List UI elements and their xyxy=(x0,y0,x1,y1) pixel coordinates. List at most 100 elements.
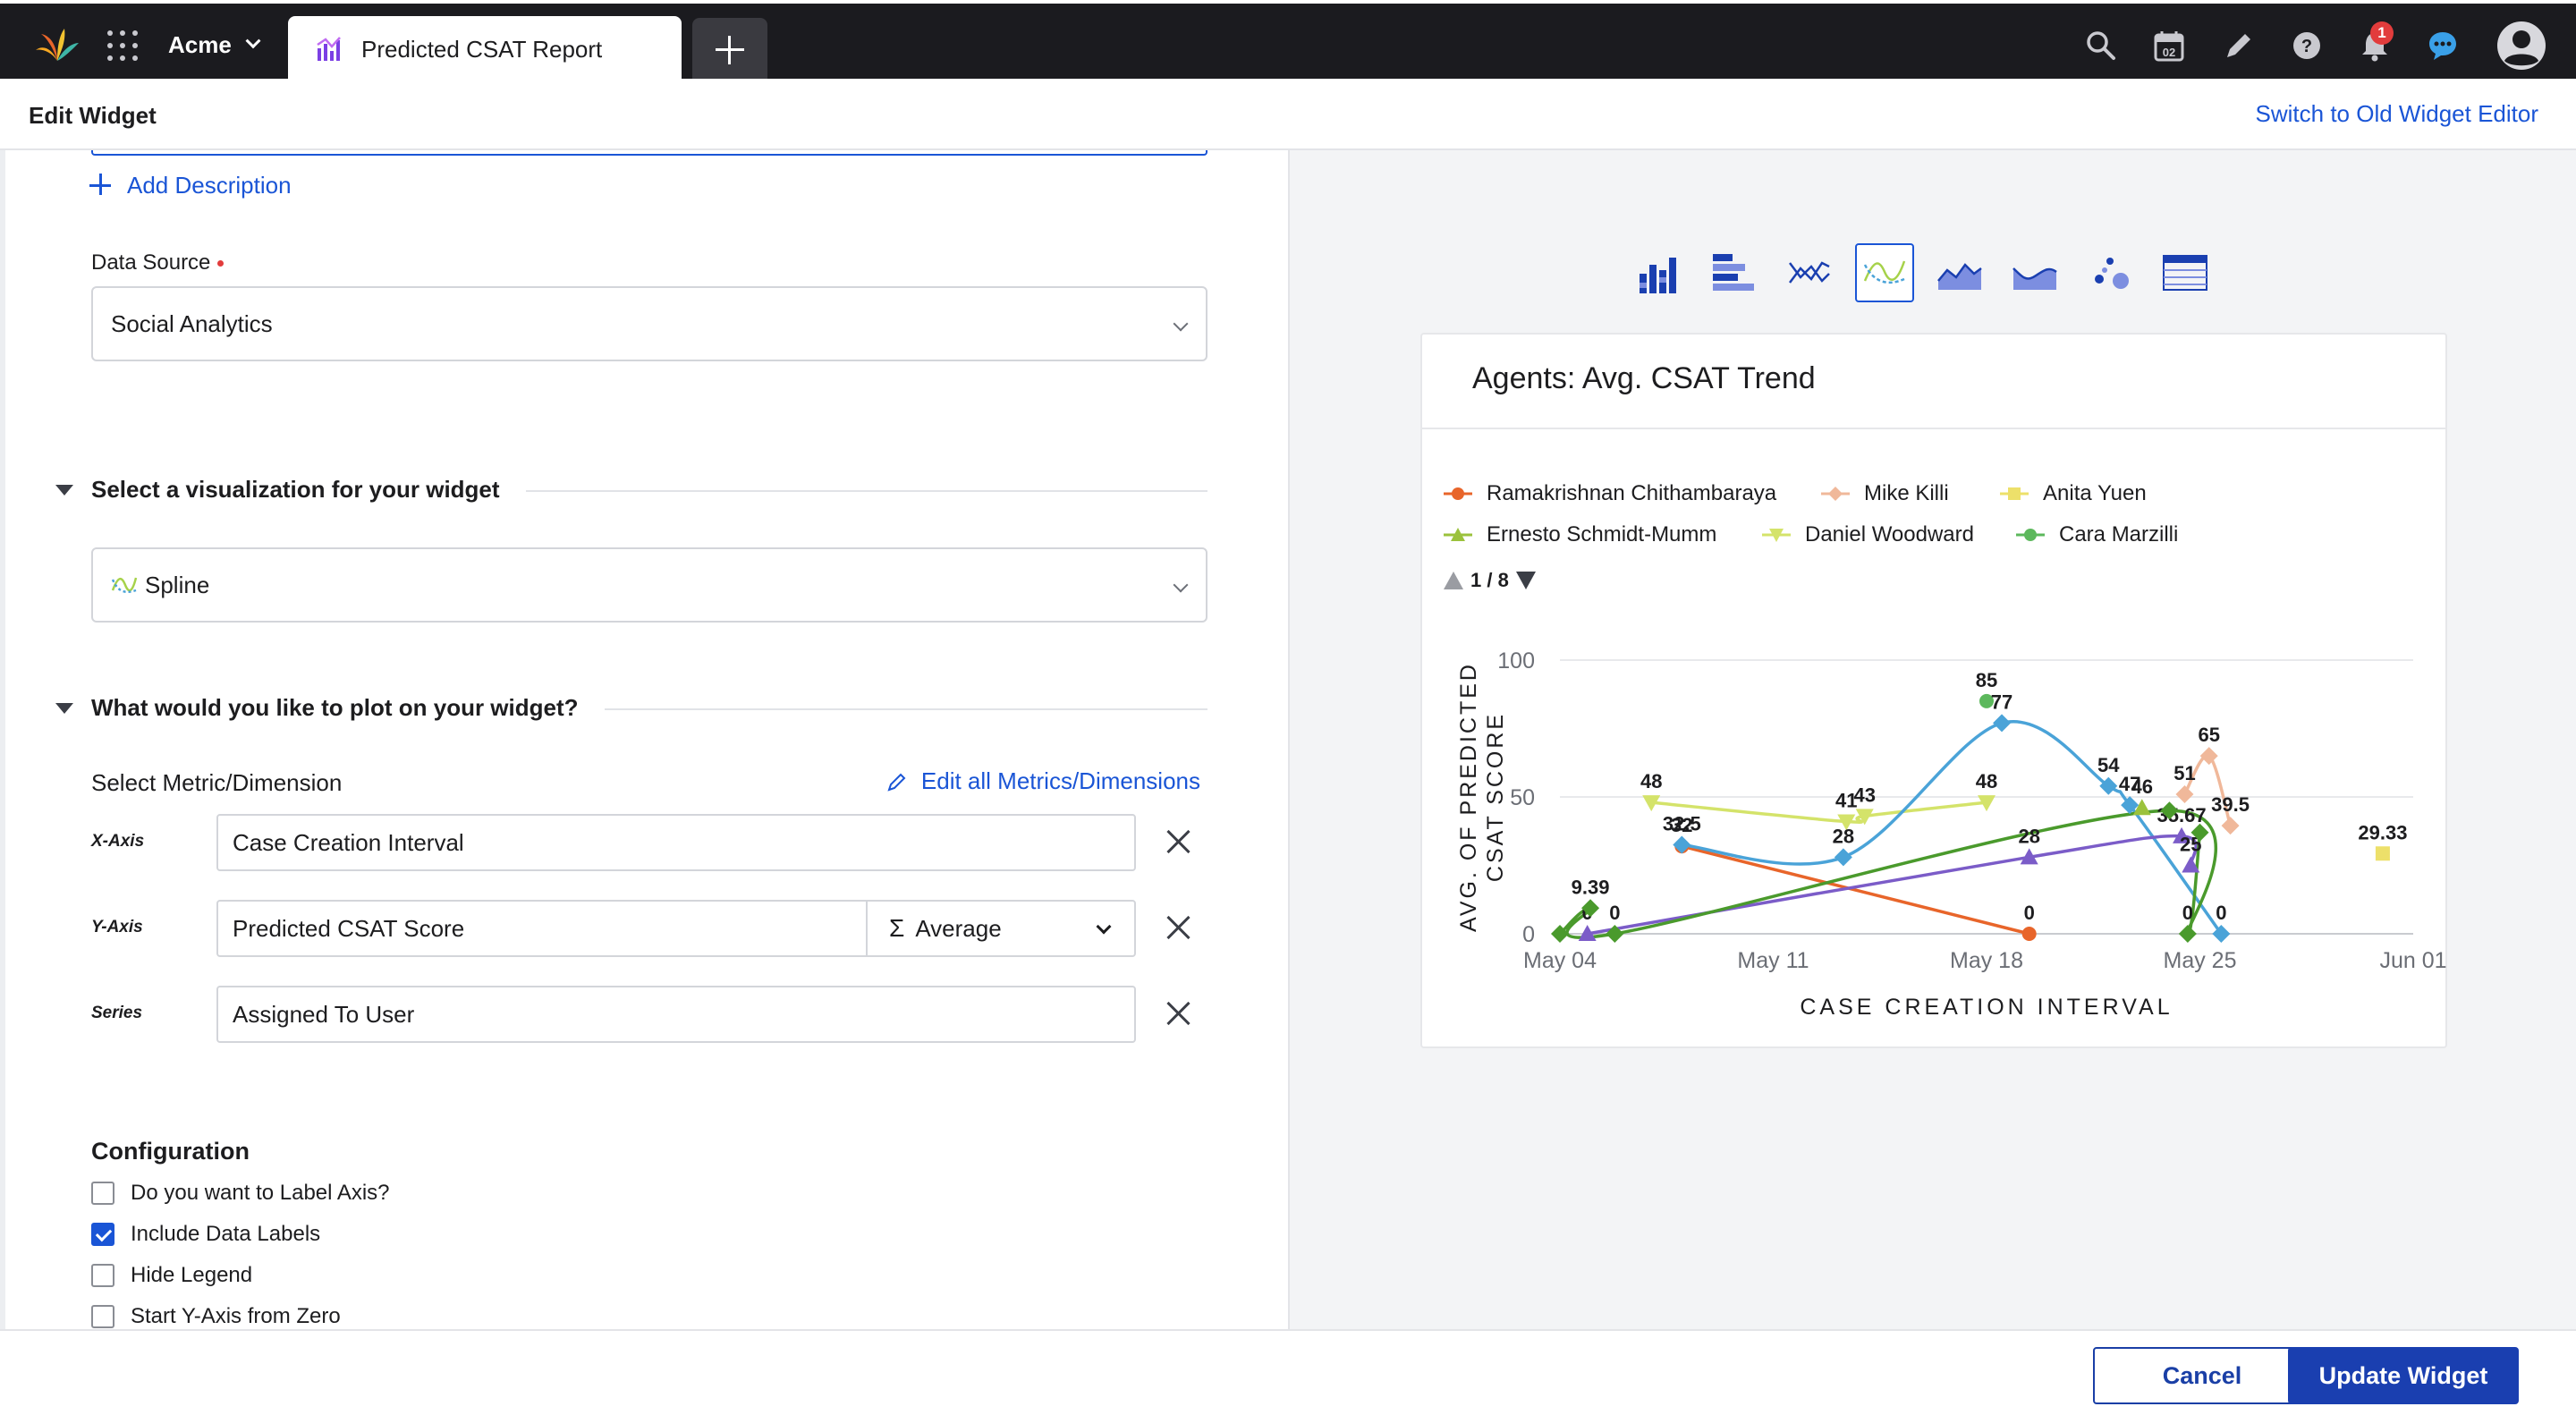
add-description-button[interactable]: Add Description xyxy=(89,172,292,199)
user-avatar-icon[interactable] xyxy=(2496,20,2547,72)
series-line xyxy=(1681,844,2030,936)
plot-section-title: What would you like to plot on your widg… xyxy=(91,694,579,721)
series-line xyxy=(1651,801,1987,824)
new-tab-button[interactable] xyxy=(692,18,767,80)
start-y-axis-zero-checkbox[interactable] xyxy=(91,1305,114,1328)
area-chart-icon xyxy=(1937,263,1982,290)
data-label: 28 xyxy=(2018,825,2039,847)
data-source-value: Social Analytics xyxy=(111,309,273,337)
series-label: Series xyxy=(91,1004,143,1022)
tab-label: Predicted CSAT Report xyxy=(361,35,603,63)
x-tick-label: May 25 xyxy=(2164,948,2237,973)
calendar-icon[interactable]: 02 xyxy=(2152,29,2186,63)
visualization-select[interactable]: Spline xyxy=(91,547,1208,623)
brand-logo-icon[interactable] xyxy=(34,25,80,64)
include-data-labels-checkbox[interactable] xyxy=(91,1223,114,1246)
data-label: 77 xyxy=(1991,691,2012,713)
include-data-labels-option[interactable]: Include Data Labels xyxy=(91,1222,320,1247)
widget-name-input[interactable] xyxy=(91,150,1208,156)
edit-all-metrics-link[interactable]: Edit all Metrics/Dimensions xyxy=(886,767,1200,795)
workspace-switcher[interactable]: Acme xyxy=(168,29,261,61)
viz-table-button[interactable] xyxy=(2156,243,2215,302)
aggregation-select[interactable]: Σ Average xyxy=(866,900,1136,957)
viz-bubble-button[interactable] xyxy=(2080,243,2140,302)
divider xyxy=(526,490,1208,492)
spline-chart: 0 50 100 May 04 May 11 May 18 May 25 Jun 01 CASE… xyxy=(1456,648,2447,1020)
data-point xyxy=(1834,848,1852,867)
data-label: 39.5 xyxy=(2211,793,2250,816)
apps-grid-icon[interactable] xyxy=(107,30,138,61)
spline-chart-icon xyxy=(1863,260,1906,284)
data-point xyxy=(2021,927,2037,941)
data-point xyxy=(2175,784,2194,803)
widget-preview-card: Agents: Avg. CSAT Trend Ramakrishnan Chi… xyxy=(1420,333,2447,1048)
viz-bar-button[interactable] xyxy=(1705,243,1764,302)
y-axis-field[interactable]: Predicted CSAT Score xyxy=(216,900,868,957)
visualization-section-toggle[interactable]: Select a visualization for your widget xyxy=(55,476,500,504)
hide-legend-checkbox[interactable] xyxy=(91,1264,114,1287)
footer-bar: Cancel Update Widget xyxy=(0,1329,2576,1415)
widget-preview-panel: Agents: Avg. CSAT Trend Ramakrishnan Chi… xyxy=(1288,150,2576,1329)
tab-predicted-csat-report[interactable]: Predicted CSAT Report xyxy=(288,16,682,82)
report-icon xyxy=(317,37,341,61)
series-value: Assigned To User xyxy=(233,1000,415,1028)
viz-line-button[interactable] xyxy=(1780,243,1839,302)
viz-area-button[interactable] xyxy=(1930,243,1989,302)
viz-spline-button[interactable] xyxy=(1855,243,1914,302)
x-tick-label: May 04 xyxy=(1523,948,1597,973)
remove-y-axis-button[interactable] xyxy=(1165,914,1191,941)
data-point xyxy=(1673,835,1691,854)
line-chart-icon xyxy=(1789,261,1830,284)
help-icon[interactable]: ? xyxy=(2290,29,2324,63)
sigma-icon: Σ xyxy=(889,914,905,942)
x-axis-field[interactable]: Case Creation Interval xyxy=(216,814,1136,871)
edit-icon xyxy=(887,773,906,792)
data-label: 0 xyxy=(2216,902,2226,924)
top-navigation-bar: Acme Predicted CSAT Report 02 ? 1 xyxy=(0,0,2576,82)
x-axis-value: Case Creation Interval xyxy=(233,828,464,856)
chat-icon[interactable] xyxy=(2426,29,2460,63)
start-y-axis-zero-option[interactable]: Start Y-Axis from Zero xyxy=(91,1304,341,1329)
search-icon[interactable] xyxy=(2084,29,2118,63)
viz-area-spline-button[interactable] xyxy=(2005,243,2064,302)
data-label: 0 xyxy=(2182,902,2193,924)
y-tick-label: 0 xyxy=(1522,922,1535,947)
data-label: 29.33 xyxy=(2358,821,2407,843)
bar-chart-icon xyxy=(1713,254,1754,291)
switch-to-old-editor-link[interactable]: Switch to Old Widget Editor xyxy=(2256,100,2538,128)
spline-chart-icon xyxy=(111,577,138,594)
widget-config-panel: Add Description Data Source Social Analy… xyxy=(0,150,1288,1329)
label-axis-option[interactable]: Do you want to Label Axis? xyxy=(91,1181,390,1206)
data-point xyxy=(2221,817,2240,835)
configuration-title: Configuration xyxy=(91,1138,250,1165)
plot-section-toggle[interactable]: What would you like to plot on your widg… xyxy=(55,694,579,722)
data-point xyxy=(2199,747,2218,766)
pencil-icon[interactable] xyxy=(2222,29,2256,63)
viz-column-button[interactable] xyxy=(1630,243,1689,302)
plus-icon xyxy=(89,173,114,199)
x-axis-label: X-Axis xyxy=(91,832,145,851)
label-axis-checkbox[interactable] xyxy=(91,1182,114,1205)
update-widget-button[interactable]: Update Widget xyxy=(2288,1347,2519,1404)
chevron-down-icon xyxy=(1173,577,1189,593)
add-description-label: Add Description xyxy=(127,172,292,199)
x-tick-label: May 11 xyxy=(1737,948,1809,973)
data-point xyxy=(1993,714,2012,733)
data-label: 47 xyxy=(2119,773,2140,795)
option-label: Do you want to Label Axis? xyxy=(131,1181,390,1205)
column-chart-icon xyxy=(1640,258,1676,293)
data-label: 9.39 xyxy=(1572,876,1610,898)
data-label: 43 xyxy=(1853,784,1875,806)
data-label: 48 xyxy=(1976,770,1997,792)
bubble-chart-icon xyxy=(2095,258,2129,289)
option-label: Include Data Labels xyxy=(131,1222,321,1246)
chevron-down-icon xyxy=(1173,316,1189,332)
hide-legend-option[interactable]: Hide Legend xyxy=(91,1263,252,1288)
data-source-select[interactable]: Social Analytics xyxy=(91,286,1208,361)
cancel-button[interactable]: Cancel xyxy=(2093,1347,2311,1404)
y-tick-label: 50 xyxy=(1510,785,1535,810)
remove-x-axis-button[interactable] xyxy=(1165,828,1191,855)
series-field[interactable]: Assigned To User xyxy=(216,986,1136,1043)
workspace-name: Acme xyxy=(168,30,232,58)
remove-series-button[interactable] xyxy=(1165,1000,1191,1027)
